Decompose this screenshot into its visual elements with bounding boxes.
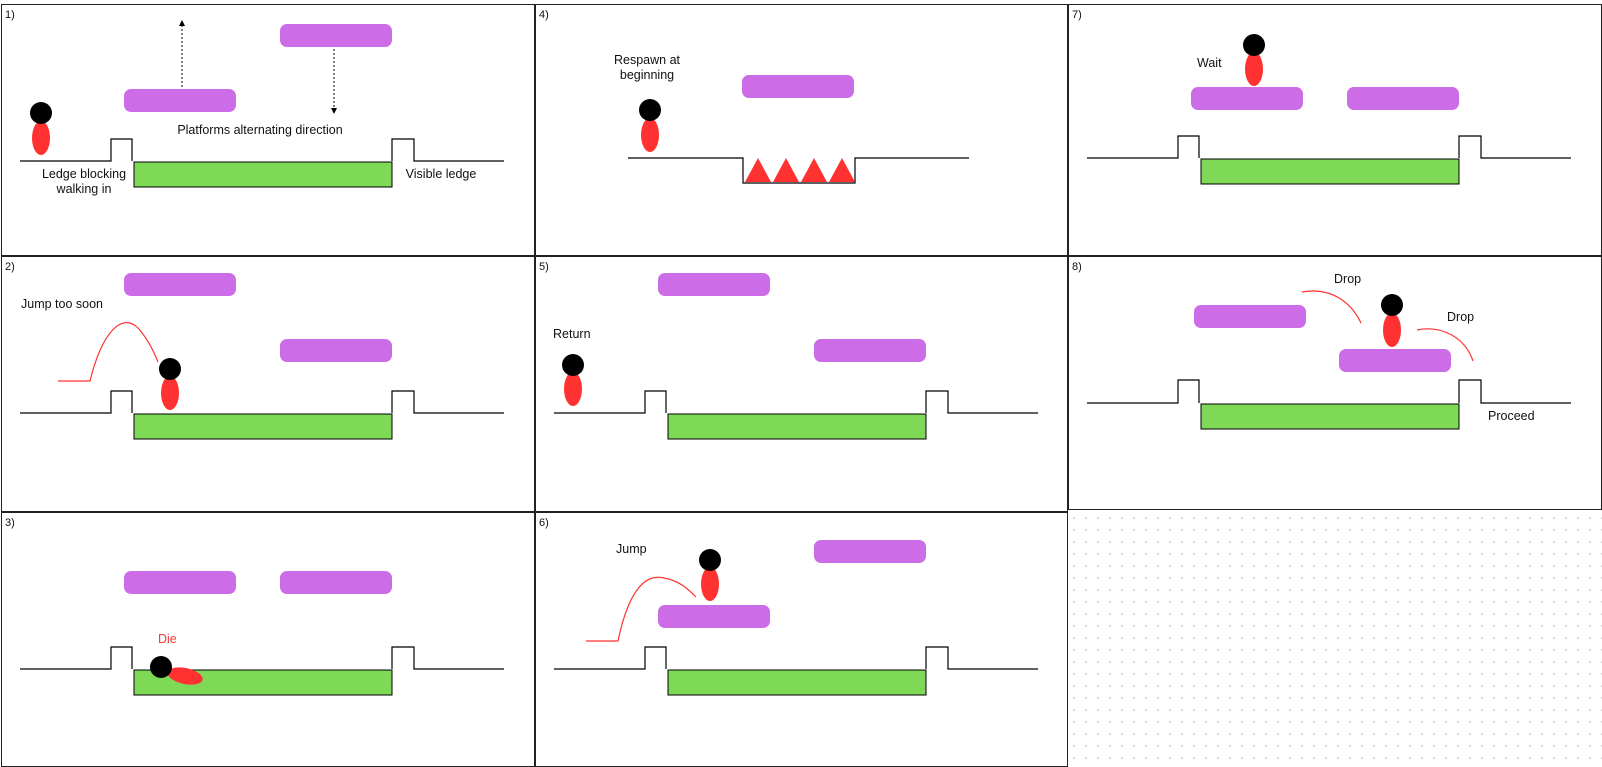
label-ledge-blocking: Ledge blocking walking in: [41, 167, 127, 196]
panel-number: 8): [1072, 261, 1082, 273]
player-head: [699, 549, 721, 571]
label-jump: Jump: [616, 542, 647, 556]
arrow-up-head: [179, 20, 185, 26]
ground-line: [1458, 135, 1571, 159]
label-jump-too-soon: Jump too soon: [21, 297, 103, 311]
water-pit: [133, 413, 393, 440]
panel-number: 1): [5, 9, 15, 21]
moving-platform: [814, 339, 926, 362]
label-die: Die: [158, 632, 177, 646]
moving-platform: [742, 75, 854, 98]
panel-number: 7): [1072, 9, 1082, 21]
moving-platform: [280, 571, 392, 594]
panel-5: 5) Return: [535, 256, 1068, 512]
panel-5-drawing: [554, 273, 1038, 440]
panel-3: 3) Die: [1, 512, 535, 767]
moving-platform: [124, 273, 236, 296]
panel-6: 6) Jump: [535, 512, 1068, 767]
ground-line: [20, 390, 133, 414]
moving-platform: [658, 605, 770, 628]
player-body: [564, 372, 582, 406]
spike: [801, 158, 827, 182]
ground-line: [391, 646, 504, 670]
moving-platform: [124, 571, 236, 594]
water-pit: [1200, 403, 1460, 430]
player-body: [161, 376, 179, 410]
player-head: [1381, 294, 1403, 316]
player-head: [150, 656, 172, 678]
panel-4-drawing: [628, 75, 969, 184]
arrow-down-head: [331, 108, 337, 114]
label-return: Return: [553, 327, 591, 341]
spike: [773, 158, 799, 182]
label-wait: Wait: [1197, 56, 1222, 70]
panel-4: 4) Respawn at beginning: [535, 4, 1068, 256]
ground-line: [391, 138, 504, 162]
panel-number: 6): [539, 517, 549, 529]
label-drop: Drop: [1334, 272, 1362, 286]
player-head: [159, 358, 181, 380]
panel-number: 3): [5, 517, 15, 529]
panel-number: 2): [5, 261, 15, 273]
empty-canvas-area: [1068, 512, 1602, 767]
water-pit: [1200, 158, 1460, 185]
moving-platform: [124, 89, 236, 112]
panel-3-drawing: [20, 571, 504, 696]
label-drop: Drop: [1447, 310, 1475, 324]
moving-platform: [1347, 87, 1459, 110]
ground-line: [628, 157, 969, 184]
panel-number: 5): [539, 261, 549, 273]
player-head: [562, 354, 584, 376]
player-body: [701, 567, 719, 601]
label-respawn: Respawn at beginning: [613, 53, 680, 82]
panel-number: 4): [539, 9, 549, 21]
panel-2: 2) Jump too soon: [1, 256, 535, 512]
label-visible-ledge: Visible ledge: [405, 167, 477, 181]
panel-8: 8) Drop Drop Proceed: [1068, 256, 1602, 510]
water-pit: [667, 669, 927, 696]
ground-line: [554, 646, 667, 670]
moving-platform: [658, 273, 770, 296]
player-head: [30, 102, 52, 124]
ground-line: [391, 390, 504, 414]
spike: [745, 158, 771, 182]
water-pit: [667, 413, 927, 440]
ground-line: [925, 646, 1038, 670]
panel-1: 1) Ledge blocking walking in Platforms a…: [1, 4, 535, 256]
moving-platform: [1191, 87, 1303, 110]
player-body: [641, 118, 659, 152]
ground-line: [20, 646, 133, 670]
panel-7-drawing: [1087, 34, 1571, 185]
player-body: [1383, 313, 1401, 347]
drop-arc-left: [1301, 290, 1362, 324]
panel-7: 7) Wait: [1068, 4, 1602, 256]
panel-8-drawing: [1087, 290, 1571, 430]
water-pit: [133, 161, 393, 188]
player-body: [1245, 52, 1263, 86]
moving-platform: [1339, 349, 1451, 372]
panel-2-drawing: [20, 273, 504, 440]
moving-platform: [280, 339, 392, 362]
jump-arc: [58, 322, 159, 382]
ground-line: [1458, 379, 1571, 404]
ground-line: [1087, 135, 1200, 159]
player-head: [639, 99, 661, 121]
player-body: [32, 121, 50, 155]
moving-platform: [1194, 305, 1306, 328]
ground-line: [1087, 379, 1200, 404]
label-proceed: Proceed: [1488, 409, 1535, 423]
ground-line: [925, 390, 1038, 414]
label-platforms-alternating: Platforms alternating direction: [177, 123, 343, 137]
moving-platform: [280, 24, 392, 47]
player-head: [1243, 34, 1265, 56]
moving-platform: [814, 540, 926, 563]
spike: [829, 158, 855, 182]
